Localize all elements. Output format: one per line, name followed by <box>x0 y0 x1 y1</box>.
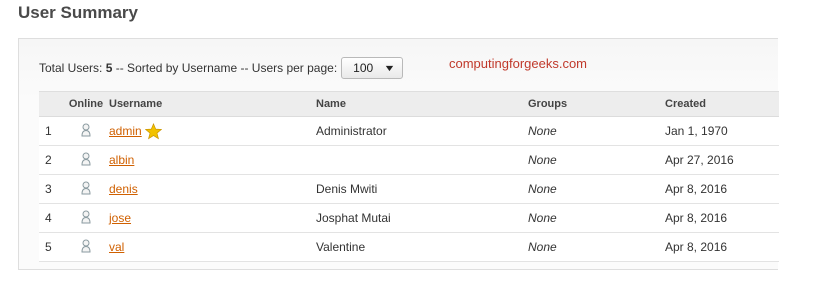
created-cell: Jan 1, 1970 <box>665 124 728 138</box>
total-users-count: 5 <box>105 61 113 75</box>
created-cell: Apr 8, 2016 <box>665 240 728 254</box>
username-link[interactable]: albin <box>109 153 134 167</box>
row-number: 5 <box>45 240 52 254</box>
chevron-down-icon: ▼ <box>383 63 396 73</box>
username-cell: albin <box>109 153 316 167</box>
username-link[interactable]: admin <box>109 124 142 138</box>
table-row: 4 jose Josphat Mutai None Apr 8, 2016 <box>39 204 779 233</box>
name-cell: Josphat Mutai <box>316 211 391 225</box>
created-cell: Apr 27, 2016 <box>665 153 734 167</box>
user-table: Online Username Name Groups Created 1 adm… <box>39 91 779 262</box>
username-cell: val <box>109 240 316 254</box>
groups-cell: None <box>528 124 557 138</box>
created-cell: Apr 8, 2016 <box>665 182 728 196</box>
online-status <box>63 152 109 169</box>
groups-cell: None <box>528 153 557 167</box>
username-cell: jose <box>109 211 316 225</box>
online-status <box>63 210 109 227</box>
header-groups: Groups <box>528 98 568 110</box>
online-status <box>63 123 109 140</box>
row-number: 4 <box>45 211 52 225</box>
table-toolbar: Total Users: 5 -- Sorted by Username -- … <box>39 57 404 79</box>
online-status <box>63 181 109 198</box>
table-row: 5 val Valentine None Apr 8, 2016 <box>39 233 779 262</box>
users-per-page-value: 100 <box>353 61 374 75</box>
user-offline-icon <box>81 123 91 137</box>
row-number: 3 <box>45 182 52 196</box>
header-online[interactable]: Online <box>63 98 109 110</box>
username-link[interactable]: val <box>109 240 124 254</box>
username-link[interactable]: jose <box>109 211 131 225</box>
groups-cell: None <box>528 182 557 196</box>
name-cell: Valentine <box>316 240 366 254</box>
name-cell: Administrator <box>316 124 387 138</box>
watermark-text: computingforgeeks.com <box>449 56 588 71</box>
header-username[interactable]: Username <box>109 98 316 110</box>
users-per-page-select[interactable]: 100 ▼ <box>341 57 404 79</box>
username-cell: admin <box>109 122 316 140</box>
online-status <box>63 239 109 256</box>
page-title: User Summary <box>18 3 139 22</box>
table-row: 2 albin None Apr 27, 2016 <box>39 146 779 175</box>
row-number: 1 <box>45 124 52 138</box>
user-offline-icon <box>81 181 91 195</box>
table-row: 1 admin Administrator None Jan 1, 1970 <box>39 117 779 146</box>
star-icon <box>144 122 162 140</box>
user-offline-icon <box>81 239 91 253</box>
groups-cell: None <box>528 240 557 254</box>
table-header-row: Online Username Name Groups Created <box>39 91 779 117</box>
username-link[interactable]: denis <box>109 182 138 196</box>
created-cell: Apr 8, 2016 <box>665 211 728 225</box>
header-created[interactable]: Created <box>665 98 779 110</box>
groups-cell: None <box>528 211 557 225</box>
name-cell: Denis Mwiti <box>316 182 378 196</box>
user-offline-icon <box>81 152 91 166</box>
table-row: 3 denis Denis Mwiti None Apr 8, 2016 <box>39 175 779 204</box>
header-name[interactable]: Name <box>316 98 528 110</box>
username-cell: denis <box>109 182 316 196</box>
sort-info-text: -- Sorted by Username -- Users per page: <box>115 61 338 75</box>
total-users-label: Total Users: <box>39 61 103 75</box>
row-number: 2 <box>45 153 52 167</box>
user-offline-icon <box>81 210 91 224</box>
user-summary-panel: Total Users: 5 -- Sorted by Username -- … <box>18 38 779 270</box>
